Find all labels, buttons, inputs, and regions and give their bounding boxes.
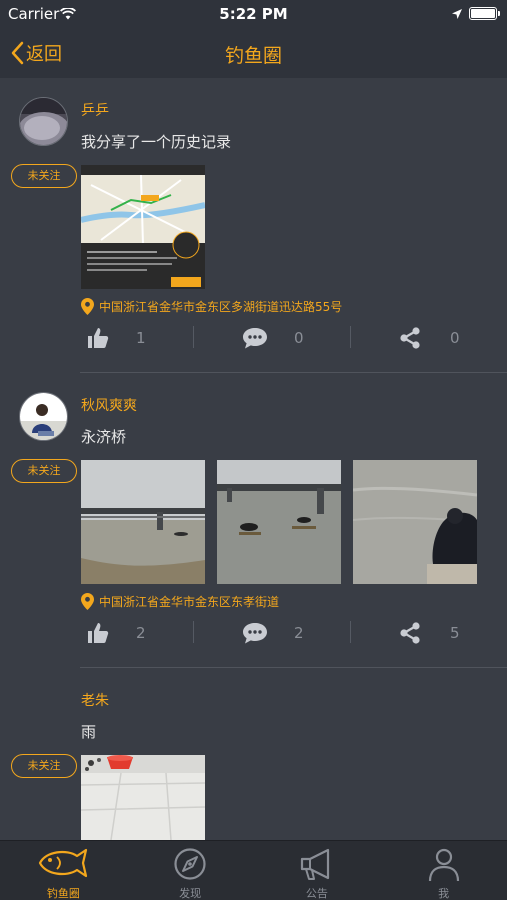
post-photo[interactable] [353,460,477,584]
page-title: 钓鱼圈 [224,45,282,67]
post-photo[interactable] [81,755,205,840]
like-button[interactable]: 1 [87,323,146,353]
post-card: 乒乒 我分享了一个历史记录 未关注 中国浙江省金华市金东区多湖街道迅达路55号 … [0,78,507,373]
fish-icon [39,848,88,878]
action-separator [193,326,194,348]
location-text: 中国浙江省金华市金东区多湖街道迅达路55号 [99,300,343,314]
share-icon [400,622,420,644]
history-record-thumbnail[interactable] [81,165,205,289]
username[interactable]: 秋风爽爽 [81,395,137,415]
follow-button[interactable]: 未关注 [11,459,77,483]
avatar[interactable] [19,97,68,146]
post-text: 雨 [81,723,97,741]
battery-icon [469,7,500,20]
tab-label: 公告 [305,887,328,900]
location-text: 中国浙江省金华市金东区东孝街道 [99,595,280,609]
post-text: 永济桥 [81,428,127,446]
thumbs-up-icon [88,328,109,348]
share-button[interactable]: 0 [399,323,460,353]
comment-button[interactable]: 0 [242,323,304,353]
avatar[interactable] [19,392,68,441]
post-actions: 1 0 0 [0,323,507,353]
follow-button[interactable]: 未关注 [11,754,77,778]
follow-button[interactable]: 未关注 [11,164,77,188]
action-separator [350,621,351,643]
username[interactable]: 老朱 [81,690,109,710]
post-actions: 2 2 5 [0,618,507,648]
status-bar: Carrier 5:22 PM [0,0,507,28]
compass-icon [174,848,206,880]
comment-count: 2 [294,624,304,642]
comment-bubble-icon [243,623,267,644]
megaphone-icon [300,848,329,880]
feed-list[interactable]: 乒乒 我分享了一个历史记录 未关注 中国浙江省金华市金东区多湖街道迅达路55号 … [0,78,507,840]
share-button[interactable]: 5 [399,618,460,648]
tab-me[interactable]: 我 [380,841,507,900]
tab-label: 我 [438,887,450,900]
post-photo[interactable] [81,460,205,584]
comment-bubble-icon [243,328,267,349]
tab-announcements[interactable]: 公告 [254,841,381,900]
navigation-bar: 返回 钓鱼圈 [0,28,507,78]
like-count: 2 [136,624,146,642]
comment-count: 0 [294,329,304,347]
tab-label: 钓鱼圈 [46,887,80,900]
location-arrow-icon [451,6,463,24]
like-button[interactable]: 2 [87,618,146,648]
thumbs-up-icon [88,623,109,643]
post-text: 我分享了一个历史记录 [81,133,232,151]
map-pin-icon [81,298,94,315]
share-count: 0 [450,329,460,347]
location-row[interactable]: 中国浙江省金华市金东区多湖街道迅达路55号 [81,298,342,315]
post-photo[interactable] [217,460,341,584]
share-icon [400,327,420,349]
map-pin-icon [81,593,94,610]
person-icon [428,848,459,882]
comment-button[interactable]: 2 [242,618,304,648]
tab-label: 发现 [179,887,202,900]
post-card: 秋风爽爽 永济桥 未关注 中国浙江省金华市金东区东孝街道 2 2 5 [0,373,507,668]
share-count: 5 [450,624,460,642]
tab-bar: 钓鱼圈 发现 公告 我 [0,840,507,900]
action-separator [193,621,194,643]
post-card: 老朱 雨 未关注 [0,668,507,840]
like-count: 1 [136,329,146,347]
tab-fishing-circle[interactable]: 钓鱼圈 [0,841,127,900]
username[interactable]: 乒乒 [81,100,109,120]
location-row[interactable]: 中国浙江省金华市金东区东孝街道 [81,593,279,610]
clock: 5:22 PM [219,5,288,23]
action-separator [350,326,351,348]
tab-discover[interactable]: 发现 [127,841,254,900]
